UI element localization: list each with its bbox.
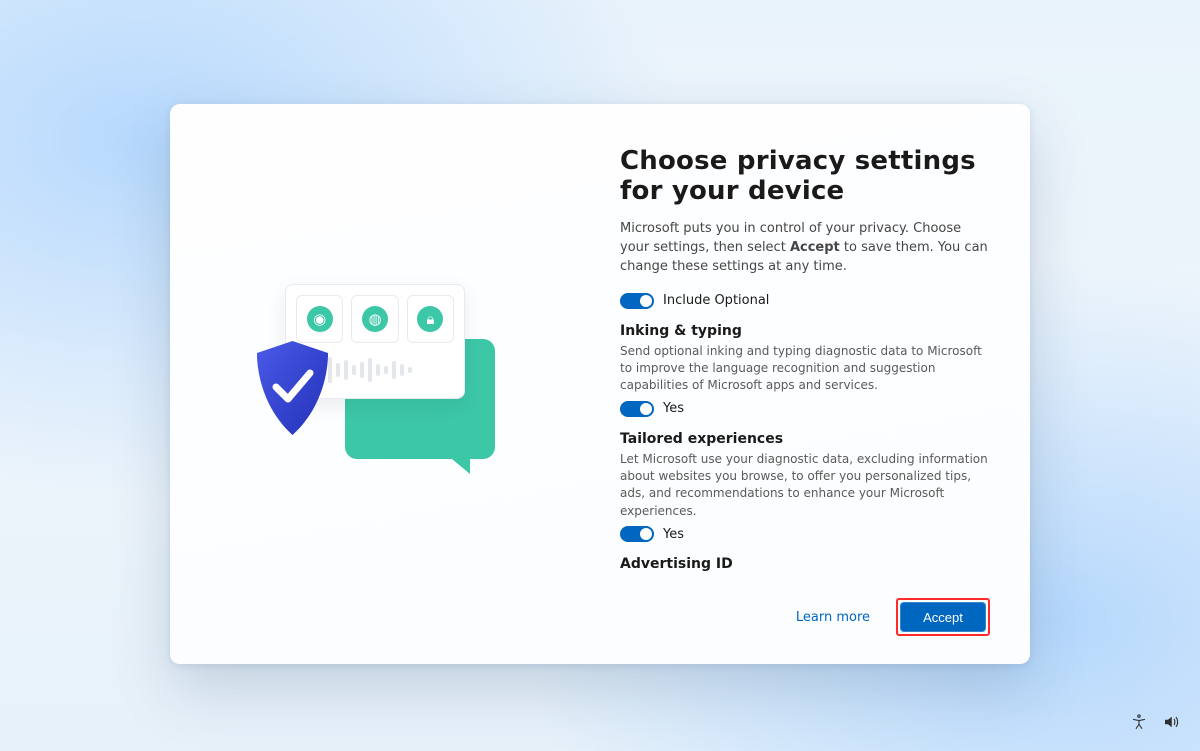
lock-tile: 🔒︎ bbox=[407, 295, 454, 343]
setting-title: Advertising ID bbox=[620, 556, 990, 572]
inking-state: Yes bbox=[663, 401, 684, 416]
shield-check-icon bbox=[250, 339, 335, 437]
privacy-illustration: ◉ ◍ 🔒︎ bbox=[250, 284, 510, 484]
setting-desc: Send optional inking and typing diagnost… bbox=[620, 343, 990, 395]
volume-icon[interactable] bbox=[1162, 713, 1180, 735]
system-tray bbox=[1130, 713, 1180, 735]
button-row: Learn more Accept bbox=[620, 578, 990, 636]
setting-tailored: Tailored experiences Let Microsoft use y… bbox=[620, 431, 990, 543]
inking-toggle[interactable] bbox=[620, 401, 654, 417]
fingerprint-icon: ◍ bbox=[362, 306, 388, 332]
learn-more-button[interactable]: Learn more bbox=[786, 602, 880, 633]
setting-inking: Inking & typing Send optional inking and… bbox=[620, 323, 990, 417]
setting-advertising: Advertising ID Apps can use advertising … bbox=[620, 556, 990, 578]
accept-highlight: Accept bbox=[896, 598, 990, 636]
fingerprint-tile: ◍ bbox=[351, 295, 398, 343]
setting-title: Tailored experiences bbox=[620, 431, 990, 447]
lock-icon: 🔒︎ bbox=[417, 306, 443, 332]
accessibility-icon[interactable] bbox=[1130, 713, 1148, 735]
tailored-state: Yes bbox=[663, 527, 684, 542]
illustration-pane: ◉ ◍ 🔒︎ bbox=[170, 104, 590, 664]
pin-icon: ◉ bbox=[307, 306, 333, 332]
settings-pane: Choose privacy settings for your device … bbox=[590, 104, 1030, 664]
include-optional-toggle[interactable] bbox=[620, 293, 654, 309]
intro-text: Microsoft puts you in control of your pr… bbox=[620, 220, 990, 277]
privacy-settings-card: ◉ ◍ 🔒︎ bbox=[170, 104, 1030, 664]
page-title: Choose privacy settings for your device bbox=[620, 146, 990, 206]
setting-desc: Let Microsoft use your diagnostic data, … bbox=[620, 451, 990, 521]
oobe-background: ◉ ◍ 🔒︎ bbox=[0, 0, 1200, 751]
include-optional-label: Include Optional bbox=[663, 293, 769, 308]
location-tile: ◉ bbox=[296, 295, 343, 343]
include-optional-row: Include Optional bbox=[620, 293, 990, 309]
setting-title: Inking & typing bbox=[620, 323, 990, 339]
tailored-toggle[interactable] bbox=[620, 526, 654, 542]
accept-button[interactable]: Accept bbox=[900, 602, 986, 632]
